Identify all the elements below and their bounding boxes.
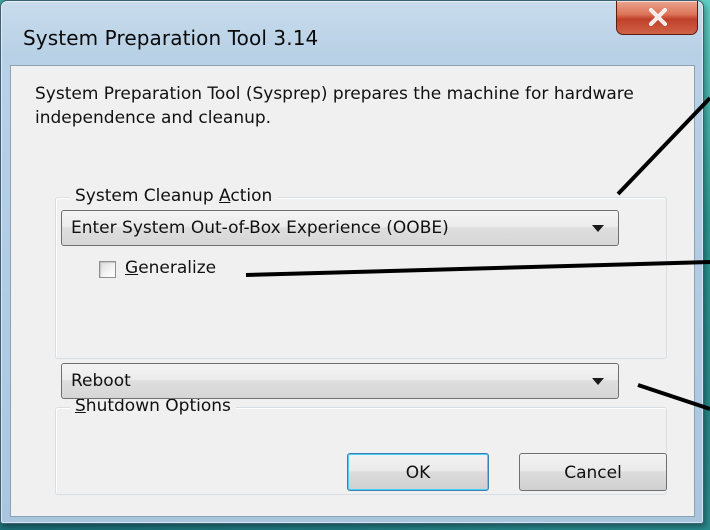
system-cleanup-action-label: System Cleanup Action [70, 185, 278, 207]
dialog-client-area: System Preparation Tool (Sysprep) prepar… [10, 65, 695, 517]
title-bar[interactable]: System Preparation Tool 3.14 [1, 1, 703, 50]
chevron-down-icon [592, 378, 604, 385]
cancel-button[interactable]: Cancel [519, 453, 667, 491]
generalize-checkbox[interactable] [99, 261, 116, 278]
cleanup-action-selected: Enter System Out-of-Box Experience (OOBE… [71, 218, 449, 238]
generalize-label: Generalize [125, 258, 217, 278]
cleanup-action-dropdown[interactable]: Enter System Out-of-Box Experience (OOBE… [61, 210, 619, 246]
window-title: System Preparation Tool 3.14 [23, 26, 319, 50]
chevron-down-icon [592, 225, 604, 232]
sysprep-window: System Preparation Tool 3.14 System Prep… [0, 0, 704, 524]
close-icon [649, 8, 667, 26]
ok-button[interactable]: OK [347, 453, 489, 491]
dialog-description: System Preparation Tool (Sysprep) prepar… [35, 84, 634, 128]
shutdown-options-selected: Reboot [71, 371, 131, 391]
shutdown-options-dropdown[interactable]: Reboot [61, 363, 619, 399]
close-button[interactable] [616, 1, 698, 35]
